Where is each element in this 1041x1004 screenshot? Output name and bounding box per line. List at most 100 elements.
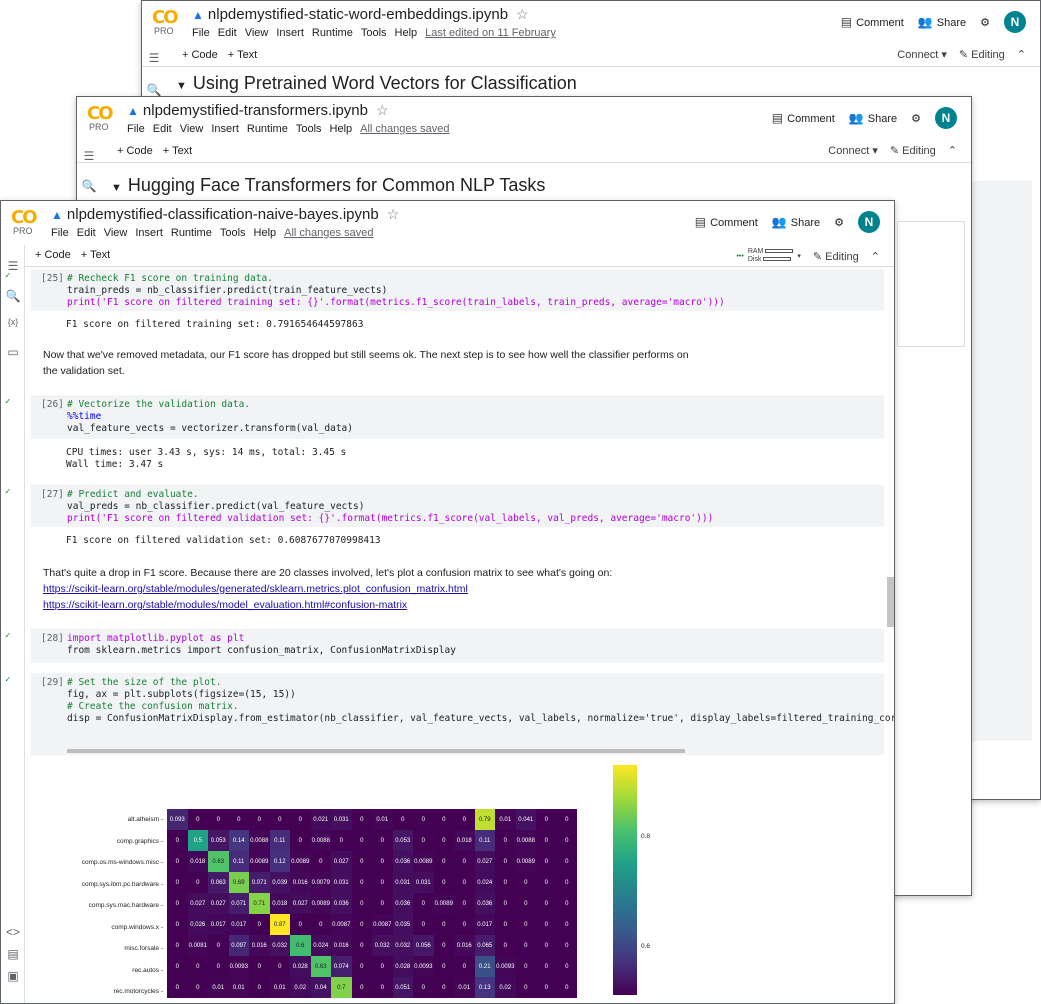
menu-view[interactable]: View <box>104 227 128 239</box>
code-cell-27[interactable]: ✓ [27] # Predict and evaluate. val_preds … <box>5 485 884 527</box>
menu-runtime[interactable]: Runtime <box>312 27 353 39</box>
colab-logo[interactable]: CO PRO <box>11 207 41 236</box>
toc-icon[interactable]: ☰ <box>77 149 101 163</box>
star-icon[interactable]: ☆ <box>376 102 389 118</box>
comment-button[interactable]: ▤ Comment <box>772 111 835 125</box>
search-icon[interactable]: 🔍 <box>142 83 166 97</box>
section-heading: ▼ Hugging Face Transformers for Common NL… <box>111 175 546 195</box>
comment-button[interactable]: ▤ Comment <box>841 15 904 29</box>
search-icon[interactable]: 🔍 <box>77 179 101 193</box>
run-success-icon: ✓ <box>5 675 11 685</box>
comment-button[interactable]: ▤ Comment <box>695 215 758 229</box>
command-palette-icon[interactable]: ▤ <box>1 947 25 961</box>
notebook-title[interactable]: ▲ nlpdemystified-classification-naive-bay… <box>51 206 399 223</box>
notebook-title[interactable]: ▲ nlpdemystified-static-word-embeddings.i… <box>192 6 529 23</box>
menu-view[interactable]: View <box>180 123 204 135</box>
menu-insert[interactable]: Insert <box>276 27 304 39</box>
horizontal-scrollbar[interactable] <box>67 749 685 753</box>
code-snippets-icon[interactable]: <> <box>1 925 25 939</box>
menu-help[interactable]: Help <box>395 27 418 39</box>
code-cell-25[interactable]: ✓ [25] # Recheck F1 score on training da… <box>5 269 884 311</box>
notebook-toolbar: + Code + Text Connect ▾ ✎ Editing ⌃ <box>142 45 1040 67</box>
menu-insert[interactable]: Insert <box>211 123 239 135</box>
resources-indicator[interactable]: ••• RAM Disk ▾ <box>736 248 800 264</box>
add-text-button[interactable]: + Text <box>81 249 110 261</box>
toc-icon[interactable]: ☰ <box>142 51 166 65</box>
notebook-title[interactable]: ▲ nlpdemystified-transformers.ipynb ☆ <box>127 102 389 119</box>
gear-icon[interactable]: ⚙ <box>834 216 844 229</box>
share-button[interactable]: 👥 Share <box>849 111 897 125</box>
heatmap-cell: 0 <box>515 935 536 956</box>
connect-button[interactable]: Connect ▾ <box>897 48 947 61</box>
menu-view[interactable]: View <box>245 27 269 39</box>
heatmap-cell: 0 <box>187 977 208 998</box>
star-icon[interactable]: ☆ <box>516 6 529 22</box>
avatar[interactable]: N <box>858 211 880 233</box>
heatmap-cell: 0.0089 <box>515 851 536 872</box>
heatmap-cell: 0 <box>351 914 372 935</box>
menu-runtime[interactable]: Runtime <box>171 227 212 239</box>
confusion-matrix-api-link[interactable]: https://scikit-learn.org/stable/modules/… <box>43 583 468 595</box>
chevron-down-icon[interactable]: ▾ <box>797 252 801 260</box>
disk-bar <box>763 257 792 261</box>
connect-button[interactable]: Connect ▾ <box>828 144 878 157</box>
star-icon[interactable]: ☆ <box>387 206 400 222</box>
code-cell-29[interactable]: ✓ [29] # Set the size of the plot. fig, a… <box>5 673 894 755</box>
markdown-text: Now that we've removed metadata, our F1 … <box>43 349 689 377</box>
collapse-icon[interactable]: ⌃ <box>871 250 880 263</box>
share-button[interactable]: 👥 Share <box>772 215 820 229</box>
menu-runtime[interactable]: Runtime <box>247 123 288 135</box>
menu-file[interactable]: File <box>51 227 69 239</box>
colab-logo[interactable]: CO PRO <box>87 103 117 132</box>
model-evaluation-link[interactable]: https://scikit-learn.org/stable/modules/… <box>43 599 407 611</box>
add-code-button[interactable]: + Code <box>117 145 153 157</box>
vertical-scrollbar[interactable] <box>887 577 894 627</box>
heatmap-cell: 0 <box>454 914 475 935</box>
menu-tools[interactable]: Tools <box>220 227 246 239</box>
add-code-button[interactable]: + Code <box>35 249 71 261</box>
gear-icon[interactable]: ⚙ <box>980 16 990 29</box>
folder-icon[interactable]: ▭ <box>1 345 25 359</box>
menu-file[interactable]: File <box>192 27 210 39</box>
menu-file[interactable]: File <box>127 123 145 135</box>
menu-insert[interactable]: Insert <box>135 227 163 239</box>
code-cell-28[interactable]: ✓ [28] import matplotlib.pyplot as plt fr… <box>5 629 884 663</box>
collapse-icon[interactable]: ⌃ <box>1017 48 1026 61</box>
colorbar-tick: 0.6 <box>641 943 651 950</box>
add-code-button[interactable]: + Code <box>182 49 218 61</box>
left-sidebar: ☰ 🔍 {x} ▭ <> ▤ ▣ <box>1 245 25 1003</box>
last-edited-link[interactable]: Last edited on 11 February <box>425 27 556 39</box>
code-cell-26[interactable]: ✓ [26] # Vectorize the validation data.%… <box>5 395 884 439</box>
saved-status-link[interactable]: All changes saved <box>360 123 449 135</box>
share-button[interactable]: 👥 Share <box>918 15 966 29</box>
add-text-button[interactable]: + Text <box>163 145 192 157</box>
heatmap-cell: 0.028 <box>290 956 311 977</box>
gear-icon[interactable]: ⚙ <box>911 112 921 125</box>
avatar[interactable]: N <box>1004 11 1026 33</box>
menu-tools[interactable]: Tools <box>296 123 322 135</box>
saved-status-link[interactable]: All changes saved <box>284 227 373 239</box>
colab-logo[interactable]: CO PRO <box>152 7 182 36</box>
editing-button[interactable]: ✎ Editing <box>813 250 859 263</box>
heatmap-cell: 0 <box>249 809 270 830</box>
chevron-down-icon[interactable]: ▼ <box>176 80 187 92</box>
menu-tools[interactable]: Tools <box>361 27 387 39</box>
heatmap-cell: 0 <box>351 893 372 914</box>
heatmap-cell: 0 <box>536 935 557 956</box>
heatmap-cell: 0.11 <box>269 830 290 851</box>
menu-help[interactable]: Help <box>330 123 353 135</box>
add-text-button[interactable]: + Text <box>228 49 257 61</box>
editing-button[interactable]: ✎ Editing <box>890 144 936 157</box>
heatmap-row: 0 0.0081 0 0.097 0.016 0.032 0.6 0.024 0.016 0 0.0… <box>167 935 577 956</box>
menu-edit[interactable]: Edit <box>218 27 237 39</box>
menu-help[interactable]: Help <box>254 227 277 239</box>
menu-edit[interactable]: Edit <box>77 227 96 239</box>
editing-button[interactable]: ✎ Editing <box>959 48 1005 61</box>
chevron-down-icon[interactable]: ▼ <box>111 182 122 194</box>
search-icon[interactable]: 🔍 <box>1 289 25 303</box>
collapse-icon[interactable]: ⌃ <box>948 144 957 157</box>
avatar[interactable]: N <box>935 107 957 129</box>
terminal-icon[interactable]: ▣ <box>1 969 25 983</box>
variables-icon[interactable]: {x} <box>1 317 25 327</box>
menu-edit[interactable]: Edit <box>153 123 172 135</box>
